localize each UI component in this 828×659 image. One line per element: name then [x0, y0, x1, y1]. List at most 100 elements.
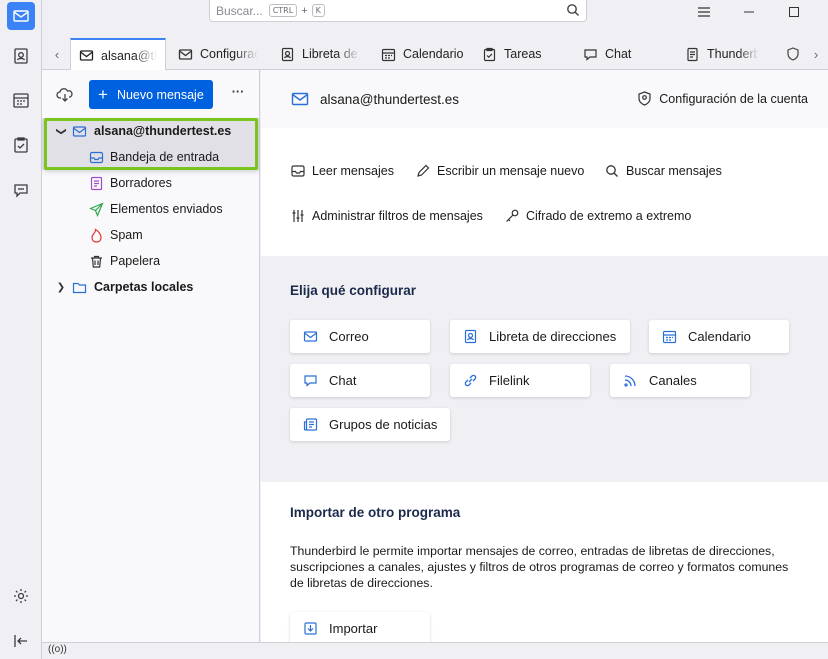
search-messages-link[interactable]: Buscar mensajes	[605, 164, 722, 178]
filter-sliders-icon	[292, 210, 304, 222]
write-message-link[interactable]: Escribir un mensaje nuevo	[416, 164, 584, 178]
account-central: alsana@thundertest.es Configuración de l…	[261, 70, 828, 642]
shortcut-key-ctrl: CTRL	[268, 4, 298, 17]
setup-section: Elija qué configurar Correo Libreta de d…	[261, 256, 828, 482]
account-row[interactable]: ❯ alsana@thundertest.es	[42, 118, 259, 144]
address-book-icon	[464, 329, 477, 344]
setup-filelink-button[interactable]: Filelink	[450, 364, 590, 397]
tab-label: Chat	[605, 47, 632, 61]
tab-address-book[interactable]: Libreta de direcciones	[272, 38, 368, 70]
chat-icon	[304, 375, 317, 387]
tab-calendar[interactable]: Calendario	[373, 38, 471, 70]
folder-pane-menu-button[interactable]: ···	[228, 85, 248, 105]
tab-settings[interactable]: Configuración	[170, 38, 266, 70]
mail-icon	[291, 92, 309, 106]
read-messages-label: Leer mensajes	[312, 164, 394, 178]
setup-newsgroups-label: Grupos de noticias	[329, 417, 438, 432]
account-address: alsana@thundertest.es	[291, 90, 459, 108]
new-message-button[interactable]: + Nuevo mensaje	[89, 80, 213, 109]
folder-sent[interactable]: Elementos enviados	[42, 196, 259, 222]
import-label: Importar	[329, 621, 378, 636]
chat-space-button[interactable]	[7, 176, 35, 204]
cloud-download-icon	[56, 88, 73, 102]
calendar-space-button[interactable]	[7, 86, 35, 114]
address-book-space-button[interactable]	[7, 42, 35, 70]
tasks-space-button[interactable]	[7, 131, 35, 159]
setup-mail-label: Correo	[329, 329, 369, 344]
folder-inbox[interactable]: Bandeja de entrada	[42, 144, 259, 170]
calendar-icon	[381, 48, 396, 61]
setup-calendar-button[interactable]: Calendario	[649, 320, 789, 353]
tab-label: Calendario	[403, 47, 464, 61]
scroll-tabs-left-button[interactable]: ‹	[48, 44, 66, 64]
local-folders-row[interactable]: ❯ Carpetas locales	[42, 274, 259, 300]
setup-newsgroups-button[interactable]: Grupos de noticias	[290, 408, 450, 441]
setup-feeds-button[interactable]: Canales	[610, 364, 750, 397]
scroll-tabs-right-button[interactable]: ›	[807, 44, 825, 64]
drafts-icon	[90, 176, 103, 190]
tab-overflow-icon-button[interactable]	[783, 44, 803, 64]
maximize-icon	[789, 7, 799, 17]
setup-addressbook-button[interactable]: Libreta de direcciones	[450, 320, 630, 353]
search-placeholder: Buscar...	[216, 3, 263, 18]
import-button[interactable]: Importar	[290, 612, 430, 642]
tab-account[interactable]: alsana@thundertest.es	[70, 38, 166, 71]
trash-icon	[91, 255, 102, 268]
e2e-encryption-link[interactable]: Cifrado de extremo a extremo	[505, 209, 691, 223]
message-filters-label: Administrar filtros de mensajes	[312, 209, 483, 223]
maximize-button[interactable]	[784, 2, 804, 22]
tab-chat[interactable]: Chat	[575, 38, 665, 70]
gear-icon	[14, 589, 28, 603]
global-search-input[interactable]: Buscar... CTRL + K	[209, 0, 587, 22]
shield-icon	[638, 91, 651, 106]
chevron-right-icon[interactable]: ❯	[54, 282, 68, 293]
chat-icon	[584, 48, 597, 61]
link-icon	[464, 374, 477, 387]
settings-button[interactable]	[7, 582, 35, 610]
mail-icon	[303, 331, 318, 342]
folder-label: Borradores	[110, 176, 172, 190]
import-title: Importar de otro programa	[290, 505, 461, 520]
app-menu-button[interactable]	[694, 2, 714, 22]
account-label: alsana@thundertest.es	[94, 124, 232, 138]
tasks-icon	[483, 47, 496, 61]
tasks-icon	[14, 137, 28, 153]
search-messages-label: Buscar mensajes	[626, 164, 722, 178]
chevron-left-icon: ‹	[54, 46, 60, 62]
folder-label: Elementos enviados	[110, 202, 223, 216]
tab-label: Tareas	[504, 47, 542, 61]
inbox-icon	[291, 165, 305, 177]
account-header: alsana@thundertest.es Configuración de l…	[261, 70, 828, 128]
title-bar: Buscar... CTRL + K	[42, 0, 828, 26]
search-icon	[567, 4, 579, 16]
account-settings-label: Configuración de la cuenta	[659, 91, 808, 106]
inbox-icon	[89, 151, 104, 163]
chevron-down-icon[interactable]: ❯	[56, 124, 67, 138]
account-settings-link[interactable]: Configuración de la cuenta	[637, 91, 808, 106]
minimize-button[interactable]	[739, 2, 759, 22]
tab-label: alsana@thundertest.es	[101, 48, 157, 63]
collapse-spaces-button[interactable]	[7, 627, 35, 655]
mail-space-button[interactable]	[7, 2, 35, 30]
folder-spam[interactable]: Spam	[42, 222, 259, 248]
setup-chat-button[interactable]: Chat	[290, 364, 430, 397]
setup-mail-button[interactable]: Correo	[290, 320, 430, 353]
address-book-icon	[281, 47, 294, 61]
mail-icon	[13, 10, 29, 22]
folder-trash[interactable]: Papelera	[42, 248, 259, 274]
tab-tasks[interactable]: Tareas	[474, 38, 564, 70]
get-messages-button[interactable]	[56, 86, 76, 106]
import-description: Thunderbird le permite importar mensajes…	[290, 544, 789, 590]
online-status-icon[interactable]: ((o))	[48, 644, 67, 655]
setup-addressbook-label: Libreta de direcciones	[489, 329, 617, 344]
folder-drafts[interactable]: Borradores	[42, 170, 259, 196]
plus-icon: +	[98, 85, 108, 104]
folder-label: Papelera	[110, 254, 161, 268]
calendar-icon	[662, 330, 677, 344]
read-messages-link[interactable]: Leer mensajes	[291, 164, 394, 178]
tab-thunderbird[interactable]: Thunderbird	[677, 38, 767, 70]
shortcut-key-k: K	[311, 4, 325, 17]
message-filters-link[interactable]: Administrar filtros de mensajes	[291, 209, 483, 223]
shield-icon	[787, 47, 799, 61]
spaces-toolbar	[0, 0, 42, 659]
